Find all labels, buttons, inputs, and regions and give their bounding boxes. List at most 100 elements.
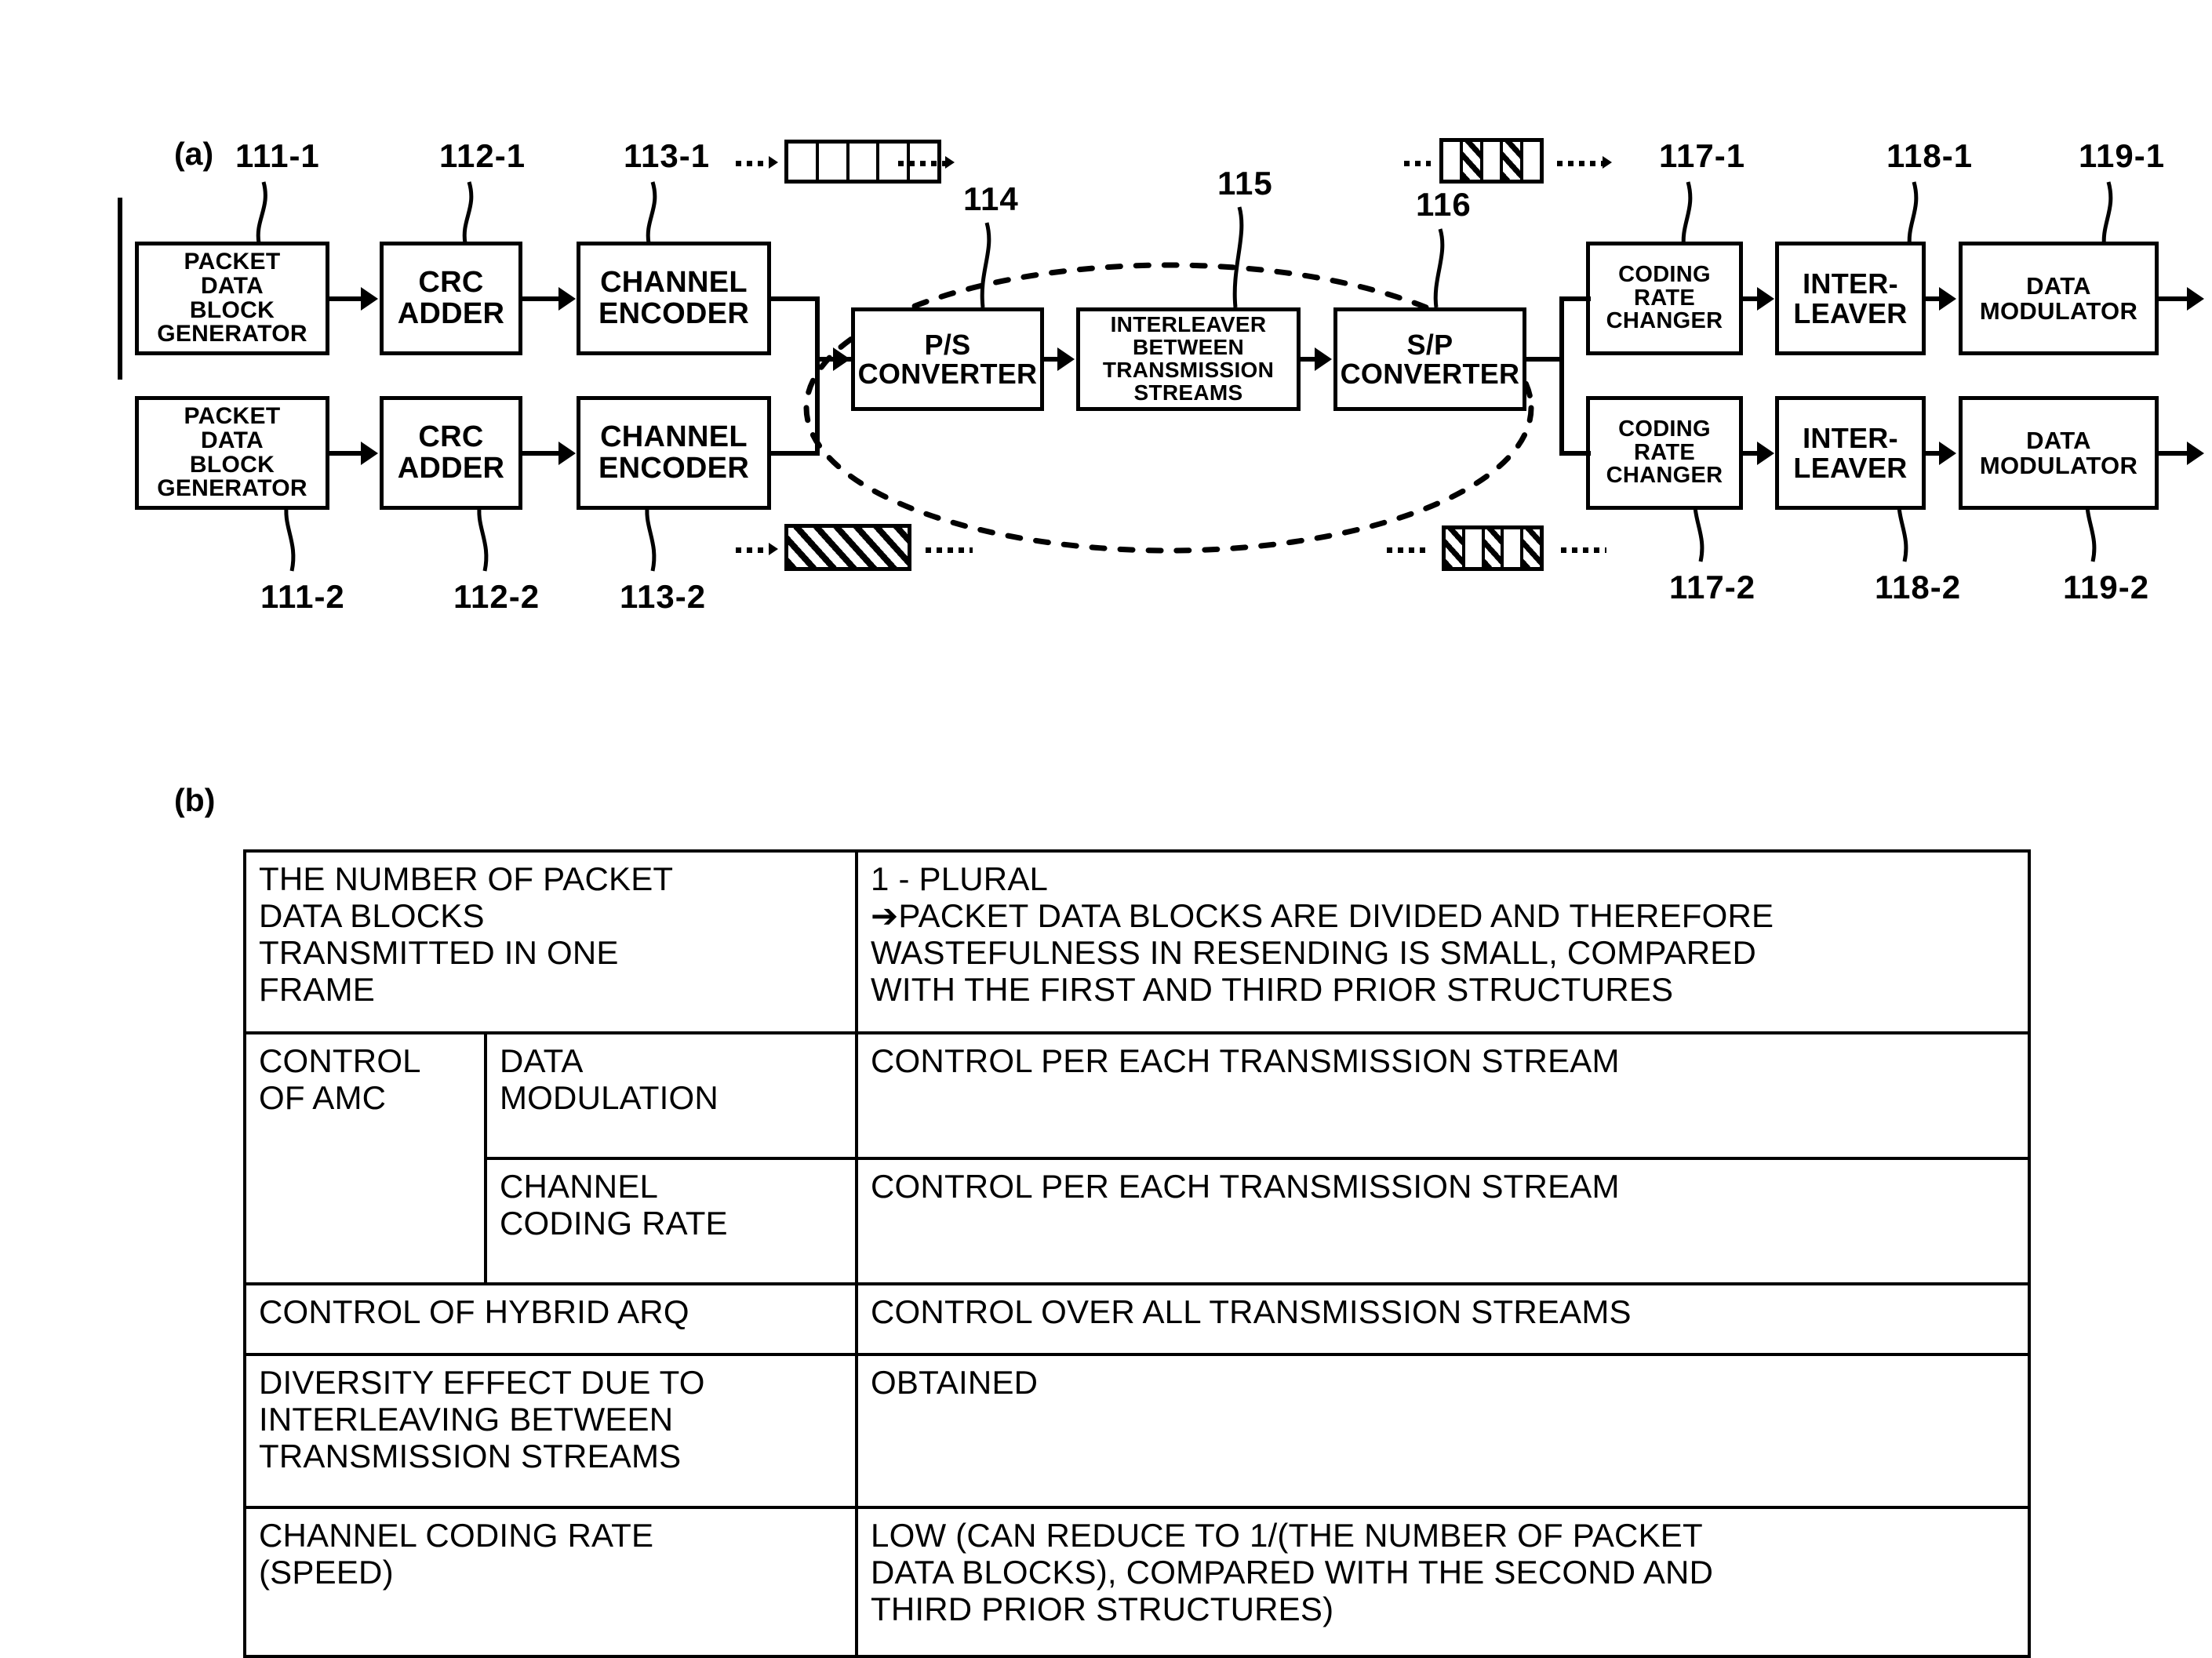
cell-channel-coding-rate-value: CONTROL PER EACH TRANSMISSION STREAM [855, 1157, 2032, 1285]
connector-chenc2-merge [771, 451, 820, 456]
r1-value-line4: WITH THE FIRST AND THIRD PRIOR STRUCTURE… [871, 971, 1674, 1009]
table-row: CHANNEL CODING RATE (SPEED) LOW (CAN RED… [242, 1506, 2032, 1658]
r4-value: CONTROL OVER ALL TRANSMISSION STREAMS [871, 1293, 1632, 1330]
arrowhead-inter2-dmod2 [1939, 442, 1956, 465]
ps-line2: CONVERTER [857, 358, 1038, 390]
connector-pdbg1-crc1 [329, 296, 364, 301]
intl-line2: BETWEEN [1132, 335, 1245, 360]
r3-sub-line2: CODING RATE [500, 1205, 728, 1242]
cell-data-modulation-value: CONTROL PER EACH TRANSMISSION STREAM [855, 1031, 2032, 1160]
block-crc-adder-1[interactable]: CRC ADDER [380, 242, 522, 355]
block-data-modulator-2[interactable]: DATA MODULATOR [1959, 396, 2159, 510]
block-sp-converter[interactable]: S/P CONVERTER [1333, 307, 1526, 411]
connector-chenc1-merge [771, 296, 820, 301]
block-interleaver-2[interactable]: INTER- LEAVER [1775, 396, 1926, 510]
sp-line2: CONVERTER [1340, 358, 1520, 390]
dmod1-line1: DATA [2026, 271, 2091, 300]
crate1-line1: CODING [1618, 261, 1711, 287]
connector-split-crate2 [1559, 451, 1591, 456]
crate2-line3: CHANGER [1606, 463, 1723, 489]
frame-cell [818, 144, 850, 180]
table-row: CONTROL OF HYBRID ARQ CONTROL OVER ALL T… [242, 1282, 2032, 1356]
crate2-line1: CODING [1618, 416, 1711, 442]
arrowhead-dmod2-out [2187, 442, 2204, 465]
frame-cell-hatched [1446, 529, 1465, 567]
intl-line1: INTERLEAVER [1110, 312, 1267, 337]
dmod1-line2: MODULATOR [1979, 296, 2138, 325]
arrowhead-inter1-dmod1 [1939, 287, 1956, 311]
frame-cell [1504, 529, 1524, 567]
figure-b-label: (b) [174, 782, 216, 818]
arrowhead-pdbg2-crc2 [361, 442, 378, 465]
block-interleaver-between-transmission-streams[interactable]: INTERLEAVER BETWEEN TRANSMISSION STREAMS [1076, 307, 1301, 411]
r5-value: OBTAINED [871, 1364, 1039, 1401]
intl-line4: STREAMS [1133, 380, 1243, 405]
r2-sub-line1: DATA [500, 1042, 584, 1079]
frame-cell [1483, 142, 1504, 180]
frame-glyph-113-2 [784, 524, 911, 571]
r4-label: CONTROL OF HYBRID ARQ [259, 1293, 689, 1330]
dotted-leader-left-113-2 [736, 547, 769, 553]
pdbg1-line4: GENERATOR [157, 321, 307, 347]
dotted-leader-right-116 [1557, 161, 1603, 166]
arrowhead-intl-sp [1315, 347, 1332, 371]
connector-pdbg2-crc2 [329, 451, 364, 456]
crc1-line1: CRC [418, 266, 484, 300]
frame-cell-hatched [1484, 529, 1504, 567]
crc1-line2: ADDER [397, 296, 505, 330]
block-packet-data-block-generator-2[interactable]: PACKET DATA BLOCK GENERATOR [135, 396, 329, 510]
dmod2-line2: MODULATOR [1979, 451, 2138, 479]
block-crc-adder-2[interactable]: CRC ADDER [380, 396, 522, 510]
r6-value-line1: LOW (CAN REDUCE TO 1/(THE NUMBER OF PACK… [871, 1517, 1703, 1554]
block-data-modulator-1[interactable]: DATA MODULATOR [1959, 242, 2159, 355]
pdbg2-line4: GENERATOR [157, 475, 307, 502]
r1-value-line1: 1 - PLURAL [871, 860, 1049, 897]
r3-value: CONTROL PER EACH TRANSMISSION STREAM [871, 1168, 1620, 1205]
crc2-line1: CRC [418, 420, 484, 454]
cell-control-of-hybrid-arq-label: CONTROL OF HYBRID ARQ [242, 1282, 859, 1356]
chenc2-line2: ENCODER [598, 451, 750, 485]
r6-label-line1: CHANNEL CODING RATE [259, 1517, 654, 1554]
block-interleaver-1[interactable]: INTER- LEAVER [1775, 242, 1926, 355]
inter1-line1: INTER- [1803, 267, 1898, 300]
r2-label-line2: OF AMC [259, 1079, 387, 1117]
block-channel-encoder-1[interactable]: CHANNEL ENCODER [577, 242, 771, 355]
frame-glyph-117-2 [1442, 525, 1544, 571]
arrowhead-dmod1-out [2187, 287, 2204, 311]
cell-channel-coding-rate-speed-label: CHANNEL CODING RATE (SPEED) [242, 1506, 859, 1658]
block-packet-data-block-generator-1[interactable]: PACKET DATA BLOCK GENERATOR [135, 242, 329, 355]
crc2-line2: ADDER [397, 451, 505, 485]
r6-value-line3: THIRD PRIOR STRUCTURES) [871, 1591, 1334, 1628]
r5-label-line3: TRANSMISSION STREAMS [259, 1438, 682, 1475]
intl-line3: TRANSMISSION [1102, 358, 1275, 382]
crate1-line2: RATE [1634, 285, 1695, 311]
inter2-line1: INTER- [1803, 422, 1898, 455]
connector-crc2-chenc2 [522, 451, 560, 456]
block-coding-rate-changer-1[interactable]: CODING RATE CHANGER [1586, 242, 1743, 355]
r6-value-line2: DATA BLOCKS), COMPARED WITH THE SECOND A… [871, 1554, 1714, 1591]
connector-crc1-chenc1 [522, 296, 560, 301]
r1-label-line2: DATA BLOCKS [259, 897, 485, 935]
dotted-leader-right-tip-116 [1603, 156, 1612, 169]
block-coding-rate-changer-2[interactable]: CODING RATE CHANGER [1586, 396, 1743, 510]
cell-diversity-effect-value: OBTAINED [855, 1353, 2032, 1509]
r2-label-line1: CONTROL [259, 1042, 421, 1079]
r1-value-line3: WASTEFULNESS IN RESENDING IS SMALL, COMP… [871, 934, 1757, 972]
split-bus-vertical [1559, 296, 1564, 453]
arrowhead-ps-intl [1057, 347, 1075, 371]
r2-value: CONTROL PER EACH TRANSMISSION STREAM [871, 1042, 1620, 1079]
table-row: CONTROL OF AMC DATA MODULATION CONTROL P… [243, 1031, 2032, 1285]
frame-cell [1464, 529, 1485, 567]
cell-diversity-effect-label: DIVERSITY EFFECT DUE TO INTERLEAVING BET… [242, 1353, 859, 1509]
pdbg2-line3: BLOCK [189, 451, 275, 478]
block-channel-encoder-2[interactable]: CHANNEL ENCODER [577, 396, 771, 510]
r1-label-line1: THE NUMBER OF PACKET [259, 860, 674, 897]
block-ps-converter[interactable]: P/S CONVERTER [851, 307, 1044, 411]
frame-cell [849, 144, 880, 180]
r5-label-line1: DIVERSITY EFFECT DUE TO [259, 1364, 705, 1401]
dotted-leader-right-117-2 [1561, 547, 1606, 553]
arrowhead-crc2-chenc2 [558, 442, 576, 465]
merge-bus-vertical [815, 296, 820, 453]
cell-channel-coding-rate-speed-value: LOW (CAN REDUCE TO 1/(THE NUMBER OF PACK… [855, 1506, 2032, 1658]
pdbg2-line2: DATA [200, 427, 264, 453]
